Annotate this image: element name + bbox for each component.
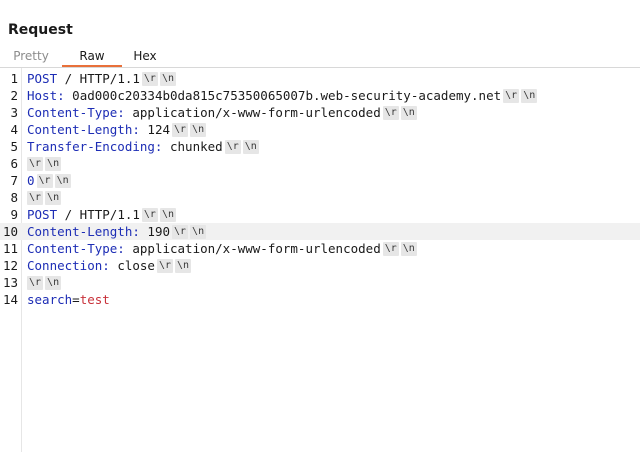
code-token: / HTTP/1.1 (57, 71, 140, 86)
line-feed-marker: \n (242, 139, 259, 154)
editor-line[interactable]: 1 POST / HTTP/1.1 \r \n (0, 70, 640, 87)
code-token: / HTTP/1.1 (57, 207, 140, 222)
code-token: = (72, 292, 80, 307)
view-tabs: Pretty Raw Hex (0, 45, 640, 68)
line-number: 8 (10, 190, 18, 205)
line-number: 9 (10, 207, 18, 222)
request-editor[interactable]: 1 POST / HTTP/1.1 \r \n 2 Host: 0ad000c20334b… (0, 68, 640, 452)
tab-pretty[interactable]: Pretty (0, 47, 62, 67)
code-token: POST (27, 207, 58, 222)
editor-line[interactable]: 10 Content-Length: 190 \r \n (0, 223, 640, 240)
carriage-return-marker: \r (224, 139, 241, 154)
line-content: Content-Type: application/x-www-form-url… (27, 240, 417, 257)
line-content: 0 \r \n (27, 172, 71, 189)
tab-raw[interactable]: Raw (62, 47, 122, 67)
editor-line[interactable]: 14 search = test (0, 291, 640, 308)
carriage-return-marker: \r (172, 224, 189, 239)
line-content: Content-Type: application/x-www-form-url… (27, 104, 417, 121)
code-token: close (109, 258, 155, 273)
code-token: chunked (162, 139, 223, 154)
line-number: 4 (10, 122, 18, 137)
line-feed-marker: \n (400, 241, 417, 256)
tab-hex[interactable]: Hex (122, 47, 168, 67)
code-token: Host: (27, 88, 65, 103)
editor-line[interactable]: 11 Content-Type: application/x-www-form-u… (0, 240, 640, 257)
code-token: Connection: (27, 258, 110, 273)
code-token: 0 (27, 173, 35, 188)
line-number: 14 (2, 292, 18, 307)
line-content: Host: 0ad000c20334b0da815c75350065007b.w… (27, 87, 538, 104)
editor-line[interactable]: 13 \r \n (0, 274, 640, 291)
carriage-return-marker: \r (172, 122, 189, 137)
code-token: application/x-www-form-urlencoded (124, 241, 381, 256)
editor-line[interactable]: 7 0 \r \n (0, 172, 640, 189)
editor-line[interactable]: 3 Content-Type: application/x-www-form-ur… (0, 104, 640, 121)
editor-line[interactable]: 12 Connection: close \r \n (0, 257, 640, 274)
line-number: 1 (10, 71, 18, 86)
carriage-return-marker: \r (503, 88, 520, 103)
editor-line[interactable]: 4 Content-Length: 124 \r \n (0, 121, 640, 138)
line-number: 2 (10, 88, 18, 103)
line-content: \r \n (27, 274, 62, 291)
line-feed-marker: \n (190, 224, 207, 239)
code-token: Content-Type: (27, 105, 125, 120)
code-token: application/x-www-form-urlencoded (124, 105, 381, 120)
carriage-return-marker: \r (27, 156, 44, 171)
line-number: 13 (2, 275, 18, 290)
line-feed-marker: \n (54, 173, 71, 188)
carriage-return-marker: \r (156, 258, 173, 273)
code-token: 124 (139, 122, 170, 137)
carriage-return-marker: \r (141, 71, 158, 86)
line-feed-marker: \n (45, 275, 62, 290)
line-content: search = test (27, 291, 110, 308)
line-feed-marker: \n (159, 71, 176, 86)
line-feed-marker: \n (400, 105, 417, 120)
editor-line[interactable]: 2 Host: 0ad000c20334b0da815c75350065007b.… (0, 87, 640, 104)
line-content: \r \n (27, 189, 62, 206)
carriage-return-marker: \r (27, 275, 44, 290)
line-feed-marker: \n (175, 258, 192, 273)
code-token: Content-Type: (27, 241, 125, 256)
line-content: Content-Length: 124 \r \n (27, 121, 207, 138)
line-content: Connection: close \r \n (27, 257, 192, 274)
code-token: test (79, 292, 110, 307)
line-content: \r \n (27, 155, 62, 172)
line-number: 5 (10, 139, 18, 154)
editor-line[interactable]: 9 POST / HTTP/1.1 \r \n (0, 206, 640, 223)
carriage-return-marker: \r (36, 173, 53, 188)
line-content: Transfer-Encoding: chunked \r \n (27, 138, 259, 155)
line-feed-marker: \n (521, 88, 538, 103)
line-content: POST / HTTP/1.1 \r \n (27, 70, 176, 87)
carriage-return-marker: \r (27, 190, 44, 205)
carriage-return-marker: \r (141, 207, 158, 222)
line-feed-marker: \n (190, 122, 207, 137)
panel-title: Request (8, 22, 73, 38)
code-token: POST (27, 71, 58, 86)
line-feed-marker: \n (45, 156, 62, 171)
line-feed-marker: \n (45, 190, 62, 205)
code-token: Transfer-Encoding: (27, 139, 163, 154)
editor-line[interactable]: 8 \r \n (0, 189, 640, 206)
editor-line[interactable]: 5 Transfer-Encoding: chunked \r \n (0, 138, 640, 155)
carriage-return-marker: \r (382, 105, 399, 120)
line-content: Content-Length: 190 \r \n (27, 223, 207, 240)
line-number: 12 (2, 258, 18, 273)
code-token: search (27, 292, 73, 307)
line-number: 10 (2, 224, 18, 239)
line-feed-marker: \n (159, 207, 176, 222)
line-content: POST / HTTP/1.1 \r \n (27, 206, 176, 223)
code-token: 190 (139, 224, 170, 239)
line-number: 6 (10, 156, 18, 171)
code-token: 0ad000c20334b0da815c75350065007b.web-sec… (64, 88, 502, 103)
code-token: Content-Length: (27, 122, 140, 137)
editor-line[interactable]: 6 \r \n (0, 155, 640, 172)
line-number: 11 (2, 241, 18, 256)
carriage-return-marker: \r (382, 241, 399, 256)
code-token: Content-Length: (27, 224, 140, 239)
line-number: 3 (10, 105, 18, 120)
line-number: 7 (10, 173, 18, 188)
